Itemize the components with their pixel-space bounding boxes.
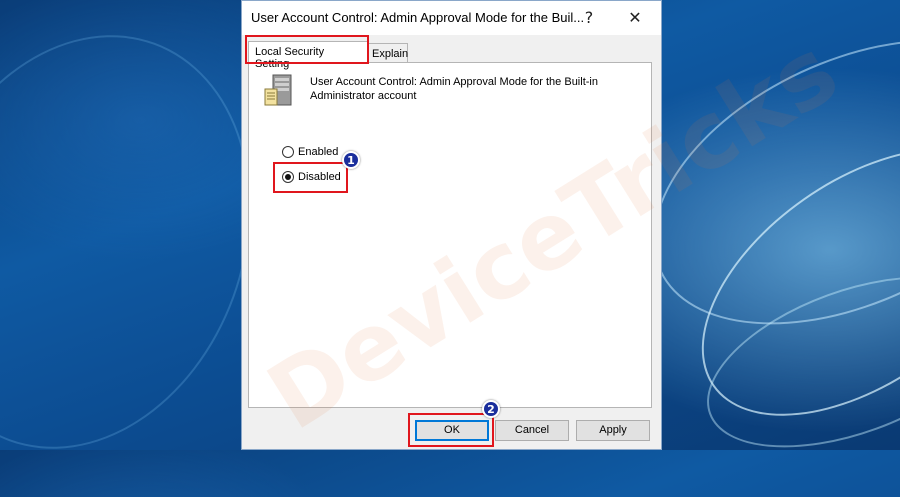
dialog-title: User Account Control: Admin Approval Mod… [251,10,585,25]
enabled-label: Enabled [298,146,339,158]
tab-explain[interactable]: Explain [368,43,408,63]
policy-properties-dialog: User Account Control: Admin Approval Mod… [241,0,662,450]
enabled-radio[interactable] [282,146,294,158]
tab-label: Explain [372,48,409,60]
cancel-button[interactable]: Cancel [495,420,569,441]
help-button[interactable]: ? [577,7,601,29]
settings-panel: User Account Control: Admin Approval Mod… [248,62,652,408]
apply-button[interactable]: Apply [576,420,650,441]
ok-highlight-box [408,413,494,447]
server-policy-icon [264,74,292,106]
tab-highlight-box [245,35,369,64]
disabled-highlight-box [273,162,348,193]
enabled-option[interactable]: Enabled [282,144,338,160]
step-2-badge: 2 [482,400,500,418]
close-button[interactable]: ✕ [623,7,647,29]
title-bar: User Account Control: Admin Approval Mod… [242,1,661,35]
policy-description: User Account Control: Admin Approval Mod… [310,76,598,102]
step-1-badge: 1 [342,151,360,169]
